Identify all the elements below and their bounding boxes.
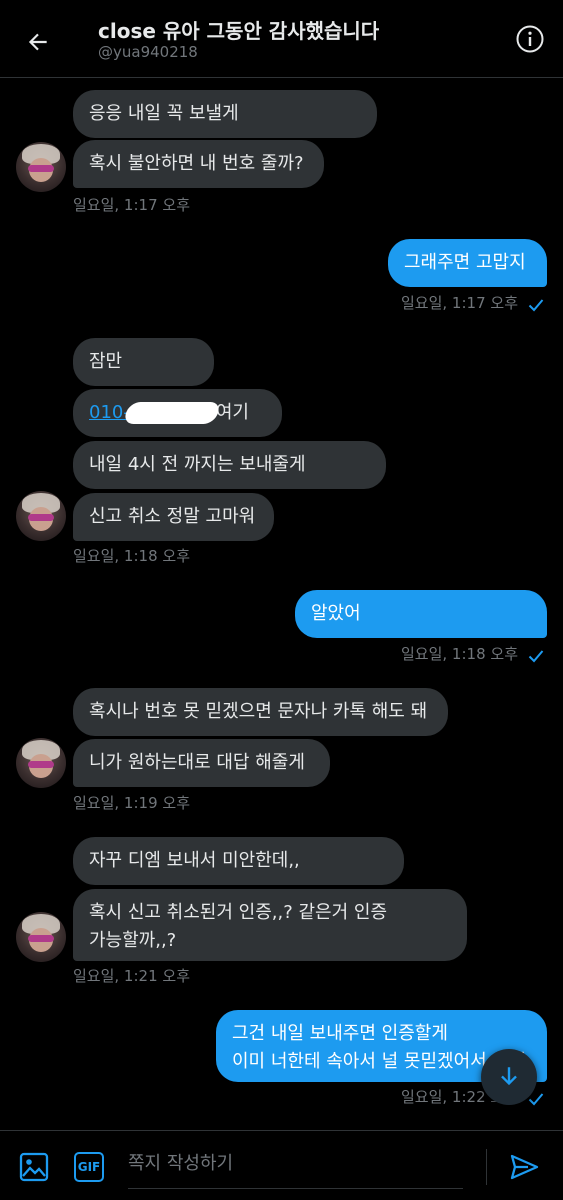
sent-check-icon [528, 650, 544, 663]
conversation-handle: @yua940218 [98, 43, 198, 61]
message-timestamp: 일요일, 1:21 오후 [73, 967, 190, 985]
scroll-to-bottom-button[interactable] [481, 1049, 537, 1105]
message-text-line: 혹시 신고 취소된거 인증,,? 같은거 인증 [89, 902, 388, 923]
incoming-message[interactable]: 신고 취소 정말 고마워 [73, 493, 274, 541]
message-text: 여기 [215, 402, 249, 423]
send-icon[interactable] [508, 1151, 540, 1183]
message-text-line: 가능할까,,? [89, 930, 177, 951]
back-arrow-icon [28, 33, 47, 51]
message-text: 알았어 [311, 603, 361, 624]
message-input[interactable] [128, 1143, 463, 1183]
message-text: 자꾸 디엠 보내서 미안한데,, [89, 850, 300, 871]
avatar[interactable] [16, 912, 66, 962]
avatar[interactable] [16, 491, 66, 541]
message-text: 잠만 [89, 351, 123, 372]
conversation-title[interactable]: close 유아 그동안 감사했습니다 [98, 15, 379, 44]
message-timestamp: 일요일, 1:19 오후 [73, 794, 190, 812]
message-timestamp: 일요일, 1:18 오후 [73, 547, 190, 565]
incoming-message[interactable]: 혹시 불안하면 내 번호 줄까? [73, 140, 324, 188]
incoming-message[interactable]: 잠만 [73, 338, 214, 386]
sent-check-icon [528, 299, 544, 312]
arrow-down-icon [501, 1067, 517, 1086]
redaction-scribble [122, 402, 222, 424]
incoming-message[interactable]: 니가 원하는대로 대답 해줄게 [73, 739, 330, 787]
message-timestamp: 일요일, 1:17 오후 [73, 196, 190, 214]
phone-link[interactable]: 010- [89, 402, 130, 423]
outgoing-message[interactable]: 알았어 [295, 590, 547, 638]
message-timestamp: 일요일, 1:18 오후 [401, 645, 518, 663]
message-text: 혹시 불안하면 내 번호 줄까? [89, 153, 304, 174]
image-icon[interactable] [18, 1151, 50, 1183]
incoming-message[interactable]: 혹시나 번호 못 믿겠으면 문자나 카톡 해도 돼 [73, 688, 448, 736]
avatar[interactable] [16, 142, 66, 192]
message-text: 신고 취소 정말 고마워 [89, 506, 256, 527]
conversation-header: close 유아 그동안 감사했습니다 @yua940218 [0, 0, 563, 78]
message-text: 응응 내일 꼭 보낼게 [89, 103, 239, 124]
message-text: 니가 원하는대로 대답 해줄게 [89, 752, 305, 773]
incoming-message[interactable]: 자꾸 디엠 보내서 미안한데,, [73, 837, 404, 885]
incoming-message[interactable]: 응응 내일 꼭 보낼게 [73, 90, 377, 138]
composer-divider [486, 1149, 487, 1185]
incoming-message[interactable]: 010- 여기 [73, 389, 282, 437]
message-composer: GIF [0, 1130, 563, 1200]
message-text: 그래주면 고맙지 [404, 252, 526, 273]
message-timestamp: 일요일, 1:17 오후 [401, 294, 518, 312]
message-text: 내일 4시 전 까지는 보내줄게 [89, 454, 306, 475]
gif-button[interactable]: GIF [74, 1152, 104, 1182]
info-button[interactable] [513, 22, 547, 56]
message-text-line: 그건 내일 보내주면 인증할게 [232, 1023, 448, 1044]
info-icon [516, 25, 544, 53]
avatar[interactable] [16, 738, 66, 788]
incoming-message[interactable]: 혹시 신고 취소된거 인증,,? 같은거 인증 가능할까,,? [73, 889, 467, 961]
message-text: 혹시나 번호 못 믿겠으면 문자나 카톡 해도 돼 [89, 701, 428, 722]
back-button[interactable] [18, 22, 58, 62]
incoming-message[interactable]: 내일 4시 전 까지는 보내줄게 [73, 441, 386, 489]
message-field [128, 1143, 463, 1189]
outgoing-message[interactable]: 그래주면 고맙지 [388, 239, 547, 287]
